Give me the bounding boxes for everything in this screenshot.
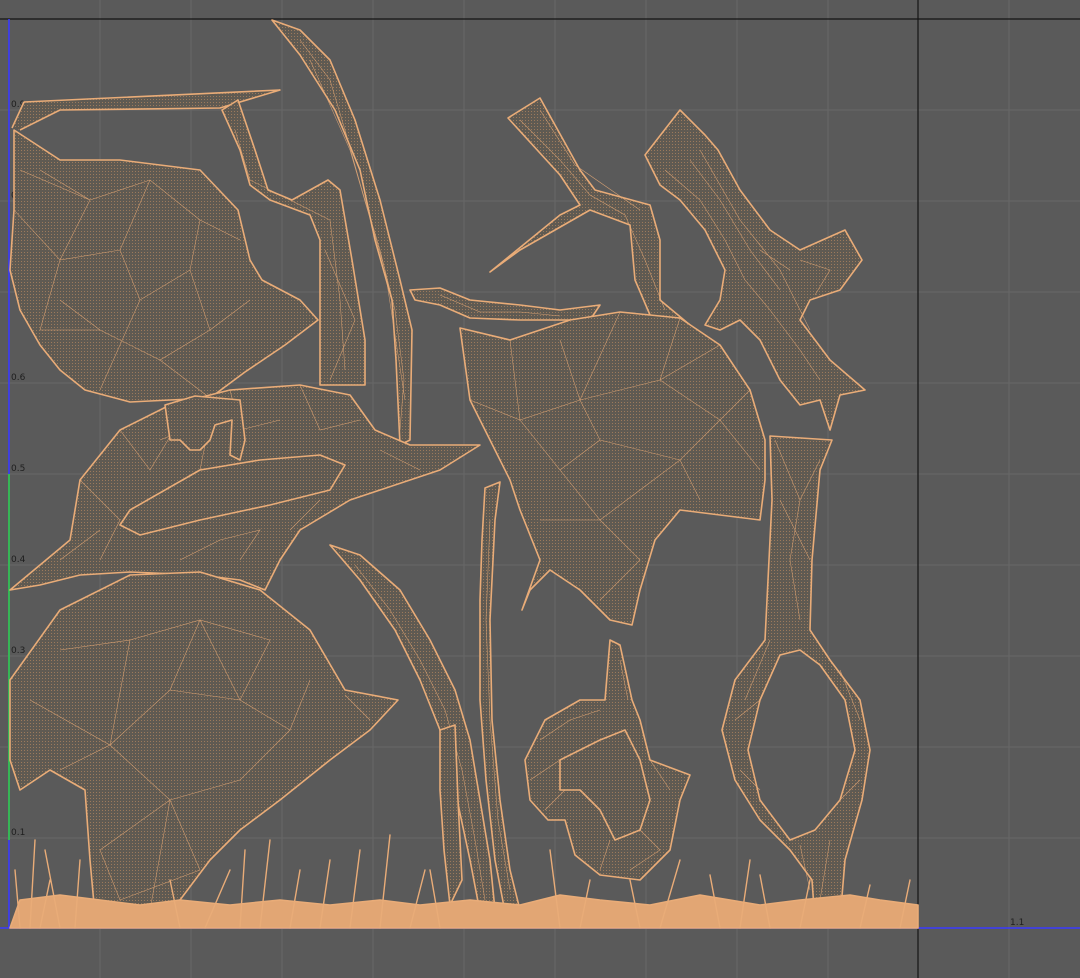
uv-shell-curl-shell-bottom[interactable] bbox=[524, 639, 691, 881]
tick-label-v-0-3: 0.3 bbox=[11, 646, 25, 656]
uv-shell-large-leaf-bottom-left[interactable] bbox=[9, 571, 399, 916]
tick-label-v-0-1: 0.1 bbox=[11, 828, 25, 838]
tick-label-u-1-1: 1.1 bbox=[1010, 918, 1024, 928]
tick-label-v-0-6: 0.6 bbox=[11, 373, 26, 383]
uv-shell-leaf-center[interactable] bbox=[459, 311, 766, 626]
uv-shell-plant-leaf-top-left[interactable] bbox=[9, 89, 319, 403]
tick-label-v-0-4: 0.4 bbox=[11, 555, 26, 565]
uv-editor-viewport[interactable]: 0.9 0.8 0.6 0.5 0.4 0.3 0.1 1.1 bbox=[0, 0, 1080, 978]
tick-label-v-0-5: 0.5 bbox=[11, 464, 25, 474]
